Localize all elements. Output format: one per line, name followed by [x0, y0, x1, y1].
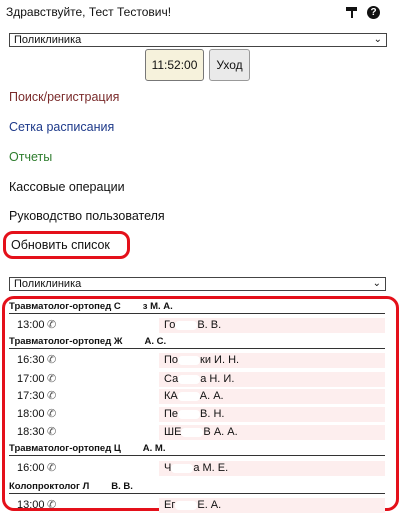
phone-icon[interactable]: ✆	[47, 407, 56, 420]
doctor-divider	[9, 455, 385, 456]
redaction-mark	[178, 374, 201, 384]
redaction-mark	[178, 355, 201, 365]
patient-name-start: Го	[164, 319, 176, 331]
nav-schedule-grid[interactable]: Сетка расписания	[9, 120, 114, 134]
doctor-title: Травматолог-ортопед Ц	[9, 443, 121, 454]
patient-name-end: Е. А.	[197, 499, 222, 511]
clinic-select-list[interactable]: Поликлиника ⌄	[9, 277, 386, 291]
phone-icon[interactable]: ✆	[47, 318, 56, 331]
doctor-title: Травматолог-ортопед С	[9, 301, 121, 312]
appointment-time: 16:30	[17, 354, 45, 366]
patient-name-start: Пе	[164, 408, 179, 420]
patient-name[interactable]: Са а Н. И.	[164, 373, 234, 385]
clock-display: 11:52:00	[145, 49, 204, 81]
appointment-time: 17:00	[17, 373, 45, 385]
appointment-time: 16:00	[17, 462, 45, 474]
patient-name-end: а Н. И.	[200, 373, 235, 385]
appointment-row[interactable]: 13:00 ✆ Ег Е. А.	[9, 498, 385, 513]
refresh-list-button[interactable]: Обновить список	[3, 231, 130, 259]
doctor-title: Травматолог-ортопед Ж	[9, 336, 123, 347]
patient-name-start: Ег	[164, 499, 176, 511]
doctor-header: Травматолог-ортопед Ж А. С.	[9, 336, 166, 347]
doctor-name-suffix: В. В.	[111, 481, 133, 492]
redaction-mark	[120, 443, 143, 453]
doctor-header: Травматолог-ортопед С з М. А.	[9, 301, 173, 312]
greeting-text: Здравствуйте, Тест Тестович!	[6, 5, 172, 19]
refresh-list-label: Обновить список	[11, 238, 110, 252]
patient-name-start: Ч	[164, 462, 172, 474]
phone-icon[interactable]: ✆	[47, 498, 56, 511]
appointment-row[interactable]: 16:30 ✆ По ки И. Н.	[9, 353, 385, 368]
doctor-divider	[9, 493, 385, 494]
clinic-select-top[interactable]: Поликлиника ⌄	[9, 33, 387, 47]
doctor-title: Колопроктолог Л	[9, 481, 90, 492]
appointment-row[interactable]: 17:00 ✆ Са а Н. И.	[9, 372, 385, 387]
exit-button[interactable]: Уход	[209, 49, 250, 81]
nav-reports[interactable]: Отчеты	[9, 150, 52, 164]
phone-icon[interactable]: ✆	[47, 425, 56, 438]
patient-name[interactable]: По ки И. Н.	[164, 354, 239, 366]
redaction-mark	[177, 391, 200, 401]
header-icons: ?	[344, 5, 380, 19]
phone-icon[interactable]: ✆	[47, 389, 56, 402]
redaction-mark	[178, 409, 201, 419]
patient-name-end: В. Н.	[200, 408, 225, 420]
clinic-select-list-value: Поликлиника	[14, 278, 82, 290]
doctor-divider	[9, 313, 385, 314]
nav-user-manual[interactable]: Руководство пользователя	[9, 209, 165, 223]
patient-name[interactable]: Ег Е. А.	[164, 499, 221, 511]
appointment-row[interactable]: 16:00 ✆ Ча М. Е.	[9, 461, 385, 476]
patient-name[interactable]: Го В. В.	[164, 319, 221, 331]
appointment-time: 17:30	[17, 390, 45, 402]
redaction-mark	[122, 336, 145, 346]
patient-name-start: ШЕ	[164, 426, 182, 438]
redaction-mark	[120, 301, 143, 311]
patient-name[interactable]: Ча М. Е.	[164, 462, 228, 474]
appointment-time: 18:00	[17, 408, 45, 420]
redaction-mark	[175, 320, 198, 330]
patient-name[interactable]: ШЕ В А. А.	[164, 426, 238, 438]
doctor-name-suffix: з М. А.	[142, 301, 173, 312]
patient-name-end: ки И. Н.	[200, 354, 240, 366]
phone-icon[interactable]: ✆	[47, 372, 56, 385]
appointment-row[interactable]: 13:00 ✆ Го В. В.	[9, 318, 385, 333]
patient-name-end: В А. А.	[203, 426, 238, 438]
patient-name-end: А. А.	[199, 390, 224, 402]
appointment-time: 13:00	[17, 499, 45, 511]
patient-name[interactable]: Пе В. Н.	[164, 408, 224, 420]
help-icon[interactable]: ?	[367, 5, 380, 19]
phone-icon[interactable]: ✆	[47, 353, 56, 366]
patient-name-start: По	[164, 354, 179, 366]
appointment-row[interactable]: 18:00 ✆ Пе В. Н.	[9, 407, 385, 422]
patient-name-end: а М. Е.	[193, 462, 229, 474]
appointment-row[interactable]: 18:30 ✆ ШЕ В А. А.	[9, 425, 385, 440]
appointment-time: 18:30	[17, 426, 45, 438]
patient-name-start: Са	[164, 373, 179, 385]
redaction-mark	[181, 427, 204, 437]
chevron-down-icon: ⌄	[373, 34, 382, 45]
nav-cash-operations[interactable]: Кассовые операции	[9, 180, 125, 194]
doctor-header: Колопроктолог Л В. В.	[9, 481, 133, 492]
appointment-row[interactable]: 17:30 ✆ КА А. А.	[9, 389, 385, 404]
appointment-time: 13:00	[17, 319, 45, 331]
patient-name-start: КА	[164, 390, 178, 402]
doctor-divider	[9, 348, 385, 349]
doctor-header: Травматолог-ортопед Ц А. М.	[9, 443, 166, 454]
phone-icon[interactable]: ✆	[47, 461, 56, 474]
doctor-name-suffix: А. М.	[142, 443, 166, 454]
doctor-name-suffix: А. С.	[144, 336, 167, 347]
redaction-mark	[89, 481, 112, 491]
chevron-down-icon: ⌄	[372, 278, 381, 289]
patient-name-end: В. В.	[197, 319, 222, 331]
nav-search-registration[interactable]: Поиск/регистрация	[9, 90, 119, 104]
redaction-mark	[171, 463, 194, 473]
patient-name[interactable]: КА А. А.	[164, 390, 224, 402]
brush-icon[interactable]	[344, 5, 358, 19]
redaction-mark	[175, 500, 198, 510]
clinic-select-top-value: Поликлиника	[14, 34, 82, 46]
